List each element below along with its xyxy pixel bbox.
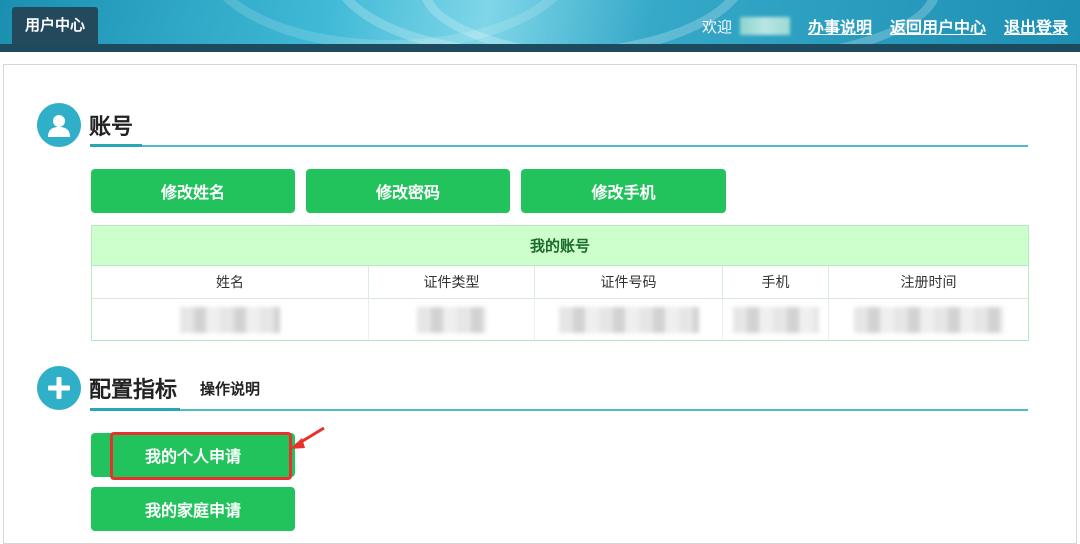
top-banner: 用户中心 欢迎 办事说明 返回用户中心 退出登录 [0,0,1080,52]
logout-link[interactable]: 退出登录 [1004,14,1068,38]
config-divider-accent [90,408,180,411]
column-header-register-time: 注册时间 [829,266,1028,299]
masked-value [416,306,487,333]
my-family-application-button[interactable]: 我的家庭申请 [91,487,295,531]
column-header-id-type: 证件类型 [369,266,535,299]
account-divider-accent [90,144,142,147]
guide-link[interactable]: 办事说明 [808,14,872,38]
column-header-id-number: 证件号码 [535,266,723,299]
config-divider [90,409,1028,411]
welcome-label: 欢迎 [701,17,732,36]
banner-bottom-strip [0,44,1080,52]
main-panel: 账号 修改姓名 修改密码 修改手机 我的账号 姓名 证件类型 证件号码 手机 注… [3,64,1077,544]
change-password-button[interactable]: 修改密码 [306,169,510,213]
operation-guide-link[interactable]: 操作说明 [200,378,260,399]
masked-value [853,306,1004,333]
account-section-title: 账号 [89,115,134,140]
plus-icon [37,366,81,410]
red-highlight-box [110,432,292,480]
masked-username [739,17,790,35]
cell-register-time [829,299,1028,340]
masked-value [732,306,819,333]
welcome-area: 欢迎 [702,16,790,37]
user-center-tab[interactable]: 用户中心 [12,7,98,45]
account-table-title: 我的账号 [92,226,1028,266]
masked-value [180,306,280,333]
masked-value [558,306,699,333]
account-table: 我的账号 姓名 证件类型 证件号码 手机 注册时间 [91,225,1029,341]
config-section-title: 配置指标 [89,378,178,403]
cell-phone [723,299,829,340]
cell-id-type [369,299,535,340]
config-section-header: 配置指标 [37,366,177,410]
account-divider [90,145,1028,147]
change-name-button[interactable]: 修改姓名 [91,169,295,213]
top-navigation: 欢迎 办事说明 返回用户中心 退出登录 [702,14,1068,38]
cell-id-number [535,299,723,340]
cell-name [92,299,369,340]
change-phone-button[interactable]: 修改手机 [521,169,726,213]
table-row [92,299,1028,340]
column-header-name: 姓名 [92,266,369,299]
account-section-header: 账号 [37,103,133,147]
account-table-header: 姓名 证件类型 证件号码 手机 注册时间 [92,266,1028,299]
red-arrow-icon [290,426,325,449]
user-icon [37,103,81,147]
back-to-user-center-link[interactable]: 返回用户中心 [890,14,986,38]
column-header-phone: 手机 [723,266,829,299]
